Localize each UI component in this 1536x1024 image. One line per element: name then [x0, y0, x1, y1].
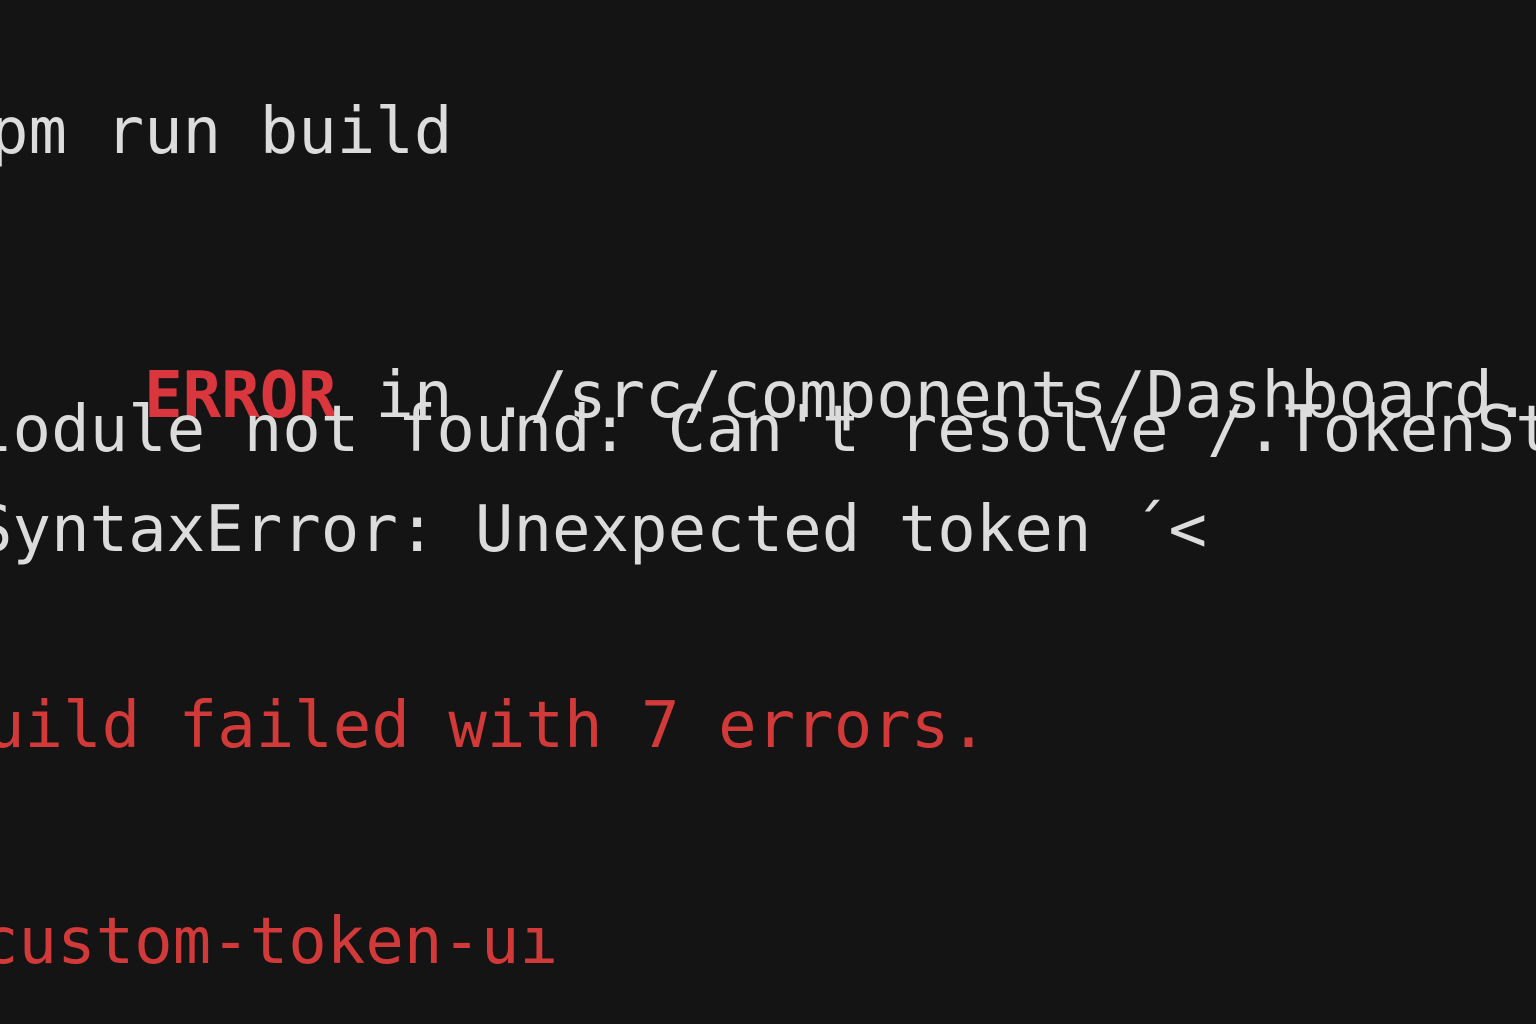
command-line: pm run build	[0, 95, 453, 169]
syntax-error-line: SyntaxError: Unexpected token ´<	[0, 493, 1207, 567]
project-name-line: custom-token-uı	[0, 905, 558, 979]
build-summary-line: uild failed with 7 errors.	[0, 689, 988, 763]
terminal-output: pm run build ERROR in ./src/components/D…	[0, 0, 1536, 1024]
module-error-line: lodule not found: Can't resolve /.TokenS…	[0, 393, 1536, 467]
